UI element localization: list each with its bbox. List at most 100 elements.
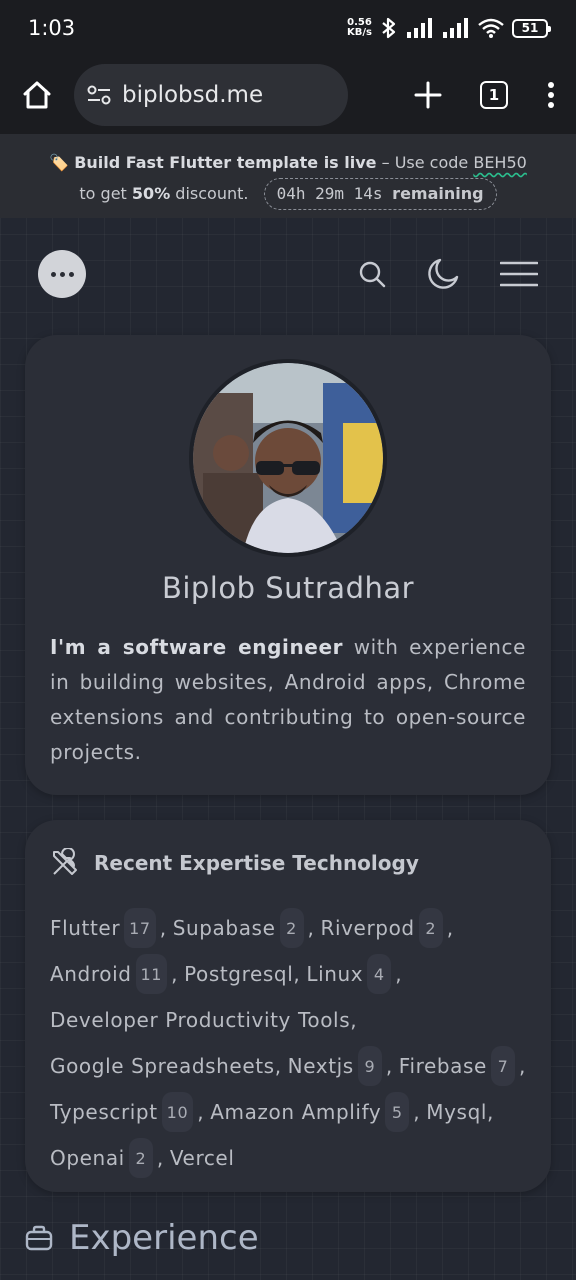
tech-count-badge: 2	[418, 908, 443, 948]
tech-name: Mysql	[426, 1100, 488, 1124]
tech-count-badge: 2	[128, 1138, 153, 1178]
wifi-icon	[478, 18, 504, 38]
tech-name: Google Spreadsheets	[50, 1054, 275, 1078]
site-nav	[38, 250, 538, 298]
tech-count-badge: 17	[124, 908, 156, 948]
experience-heading: Experience	[25, 1218, 259, 1258]
signal-icon-2	[443, 18, 468, 38]
tools-icon	[53, 848, 77, 875]
plus-icon[interactable]	[414, 81, 442, 109]
promo-banner: 🏷️ Build Fast Flutter template is live –…	[0, 134, 576, 218]
tech-name: Vercel	[169, 1146, 235, 1170]
expertise-title: Recent Expertise Technology	[94, 851, 419, 875]
network-speed-unit: KB/s	[347, 27, 372, 38]
more-vert-icon[interactable]	[546, 81, 556, 109]
status-icons: 0.56 KB/s 51	[347, 16, 551, 40]
countdown-time: 04h 29m 14s	[276, 184, 383, 203]
promo-discount-suffix: discount.	[170, 184, 249, 203]
experience-title: Experience	[69, 1218, 259, 1258]
tech-item[interactable]: Openai 2,	[50, 1138, 170, 1178]
url-text: biplobsd.me	[122, 82, 264, 108]
logo-icon[interactable]	[38, 250, 86, 298]
tech-name: Typescript	[50, 1100, 158, 1124]
tech-count-badge: 7	[490, 1046, 515, 1086]
profile-name: Biplob Sutradhar	[161, 571, 415, 605]
tech-item[interactable]: Linux 4,	[306, 954, 408, 994]
tech-item[interactable]: Riverpod 2,	[320, 908, 459, 948]
signal-icon	[407, 18, 432, 38]
site-settings-icon[interactable]	[86, 83, 112, 107]
promo-code: BEH50	[473, 153, 527, 172]
separator: ,	[385, 1054, 393, 1078]
bluetooth-icon	[382, 17, 396, 39]
tech-item[interactable]: Firebase 7,	[399, 1046, 532, 1086]
separator: ,	[446, 916, 454, 940]
separator: ,	[350, 1008, 358, 1032]
separator: ,	[487, 1100, 494, 1124]
profile-card: Biplob Sutradhar I'm a software engineer…	[25, 335, 551, 795]
address-bar[interactable]: biplobsd.me	[74, 64, 348, 126]
tech-item[interactable]: Google Spreadsheets,	[50, 1046, 288, 1086]
tag-icon: 🏷️	[49, 153, 70, 172]
tech-count-badge: 9	[357, 1046, 382, 1086]
tech-item[interactable]: Nextjs 9,	[288, 1046, 399, 1086]
tech-list: Flutter 17, Supabase 2, Riverpod 2, Android 11,…	[50, 908, 540, 1178]
separator: ,	[156, 1146, 164, 1170]
separator: ,	[413, 1100, 421, 1124]
tech-name: Amazon Amplify	[210, 1100, 382, 1124]
tech-item[interactable]: Amazon Amplify 5,	[210, 1092, 426, 1132]
promo-headline[interactable]: Build Fast Flutter template is live	[74, 153, 376, 172]
separator: ,	[518, 1054, 526, 1078]
tech-count-badge: 10	[161, 1092, 194, 1132]
briefcase-icon	[25, 1225, 53, 1251]
countdown-timer: 04h 29m 14s remaining	[263, 178, 497, 210]
search-icon[interactable]	[358, 260, 386, 288]
separator: ,	[197, 1100, 205, 1124]
battery-level: 51	[521, 21, 539, 35]
tech-name: Flutter	[50, 916, 121, 940]
separator: ,	[293, 962, 301, 986]
home-button[interactable]	[16, 74, 58, 116]
tech-name: Firebase	[398, 1054, 487, 1078]
tab-count: 1	[488, 86, 500, 104]
profile-photo	[193, 363, 383, 553]
tech-name: Android	[50, 962, 132, 986]
tech-item[interactable]: Android 11,	[50, 954, 184, 994]
tabs-button[interactable]: 1	[480, 81, 508, 109]
separator: ,	[307, 916, 315, 940]
tech-item[interactable]: Developer Productivity Tools,	[50, 1000, 363, 1040]
expertise-card: Recent Expertise Technology Flutter 17, Su…	[25, 820, 551, 1192]
promo-to-get: to get	[79, 184, 132, 203]
bio-highlight: I'm a software engineer	[50, 635, 344, 659]
tech-name: Developer Productivity Tools	[50, 1008, 351, 1032]
tech-count-badge: 5	[385, 1092, 410, 1132]
separator: ,	[171, 962, 179, 986]
separator: ,	[395, 962, 403, 986]
tech-item[interactable]: Supabase 2,	[173, 908, 321, 948]
menu-icon[interactable]	[500, 260, 538, 288]
battery-indicator: 51	[512, 18, 551, 38]
avatar	[189, 359, 387, 557]
promo-line-2: to get 50% discount. 04h 29m 14s remaini…	[0, 178, 576, 210]
tech-name: Linux	[306, 962, 364, 986]
tech-name: Nextjs	[287, 1054, 354, 1078]
moon-icon[interactable]	[426, 257, 460, 291]
tech-name: Postgresql	[184, 962, 294, 986]
tech-item[interactable]: Vercel	[170, 1138, 235, 1178]
tech-item[interactable]: Typescript 10,	[50, 1092, 210, 1132]
separator: ,	[159, 916, 167, 940]
tech-name: Supabase	[172, 916, 276, 940]
expertise-header: Recent Expertise Technology	[50, 848, 419, 878]
tech-item[interactable]: Flutter 17,	[50, 908, 173, 948]
browser-actions: 1	[414, 81, 556, 109]
status-bar: 1:03 0.56 KB/s 51	[0, 0, 576, 56]
tech-count-badge: 11	[135, 954, 168, 994]
tech-item[interactable]: Postgresql,	[184, 954, 306, 994]
countdown-label: remaining	[392, 184, 484, 203]
tech-name: Riverpod	[320, 916, 415, 940]
tech-name: Openai	[50, 1146, 125, 1170]
tech-count-badge: 4	[367, 954, 392, 994]
tech-item[interactable]: Mysql,	[426, 1092, 500, 1132]
status-time: 1:03	[28, 16, 76, 40]
browser-toolbar: biplobsd.me 1	[0, 56, 576, 134]
